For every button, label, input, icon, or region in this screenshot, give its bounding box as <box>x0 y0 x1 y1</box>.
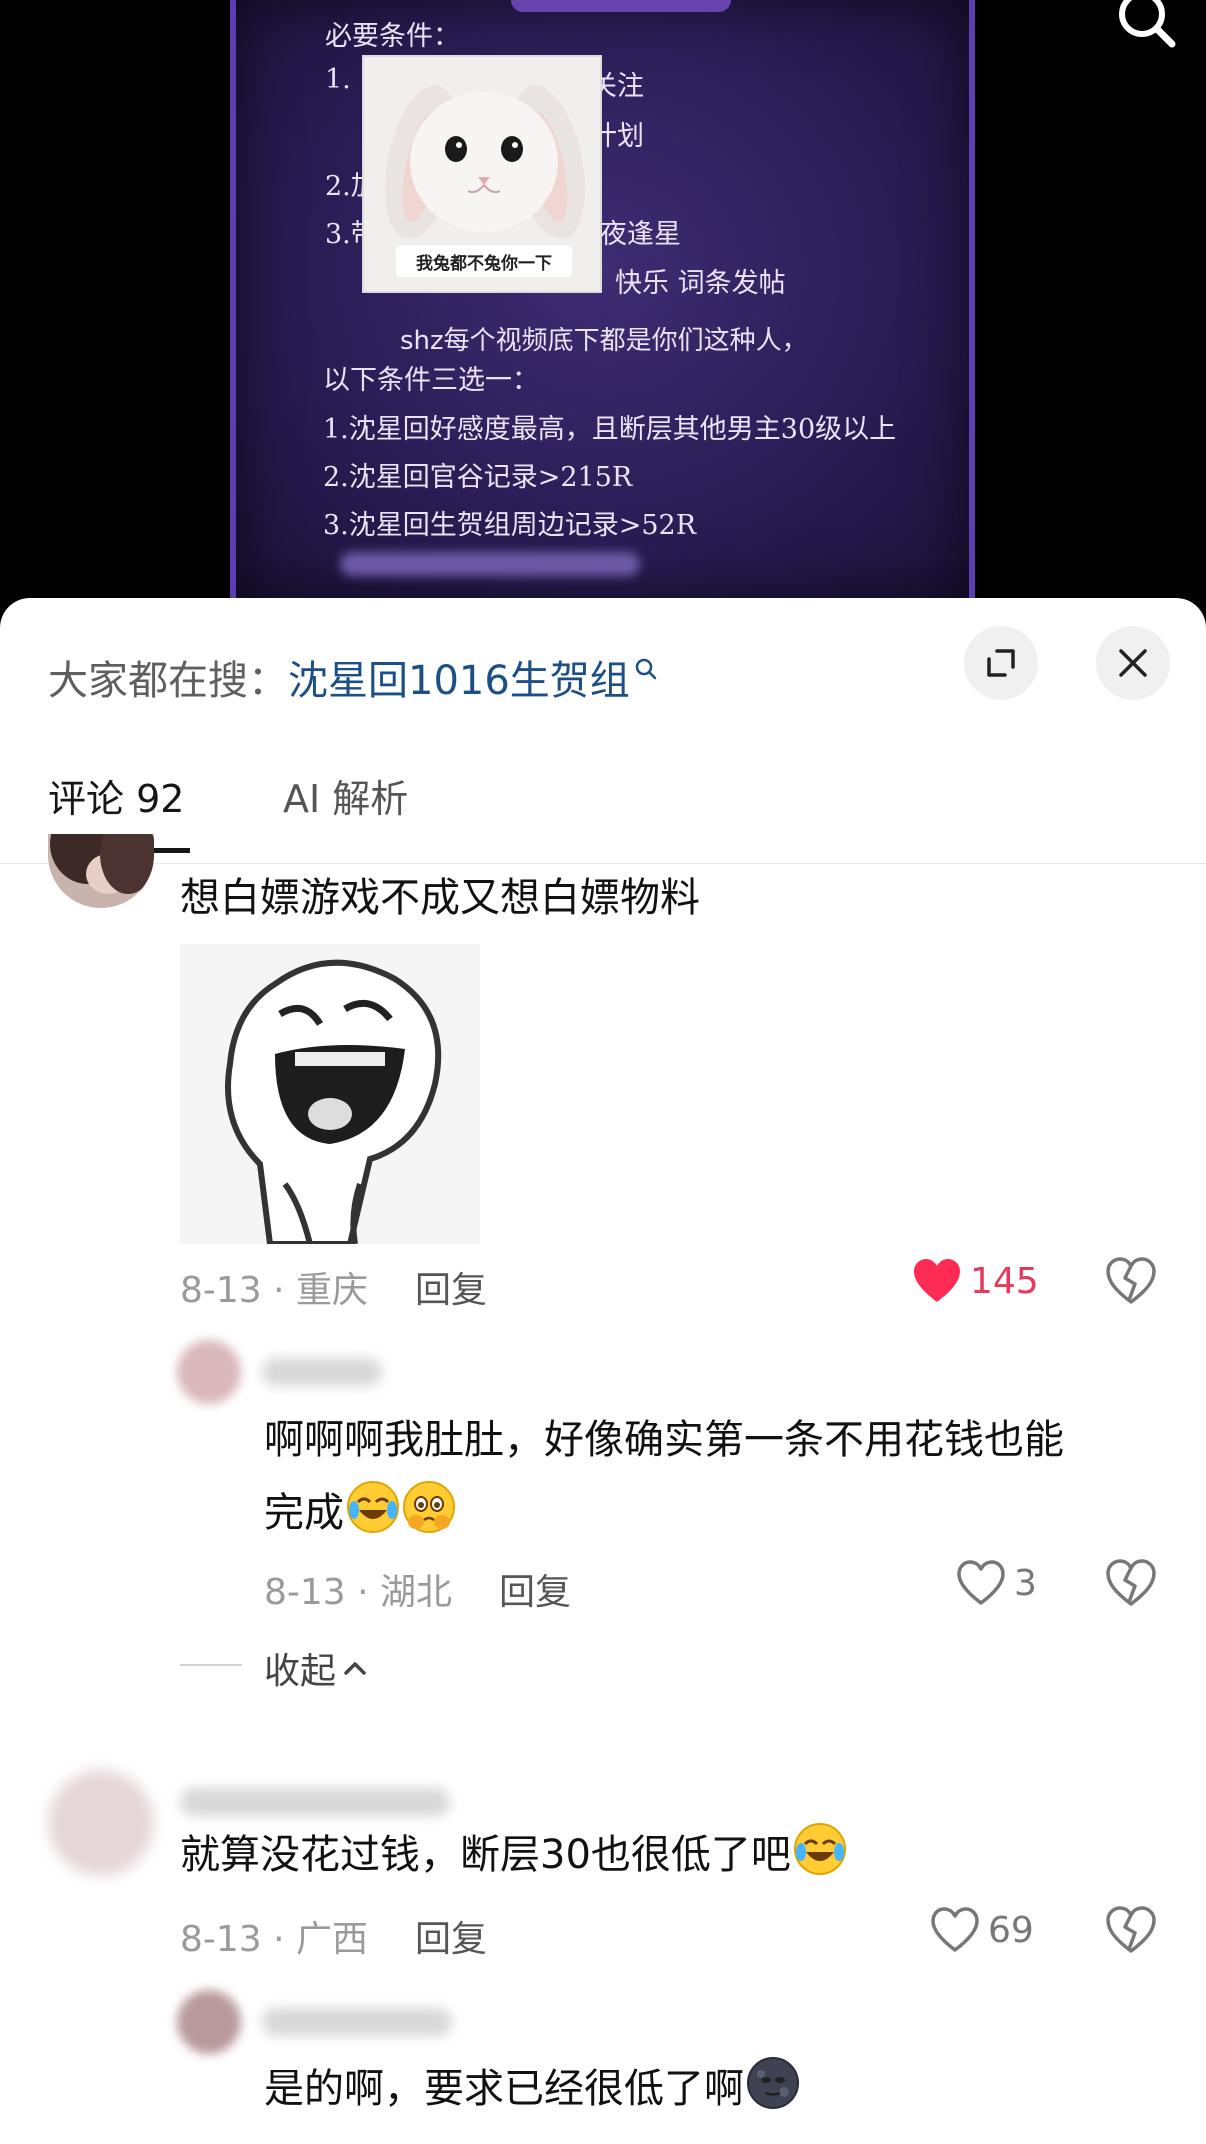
like-button[interactable]: 3 <box>956 1560 1037 1606</box>
comment-text: 啊啊啊我肚肚，好像确实第一条不用花钱也能 <box>264 1417 1064 1463</box>
small-search-icon <box>634 645 658 691</box>
meme-image[interactable] <box>180 944 480 1244</box>
video-text-cond1: 1.沈星回好感度最高，且断层其他男主30级以上 <box>323 414 897 445</box>
video-text-required: 必要条件： <box>325 21 460 52</box>
reply-button[interactable]: 回复 <box>499 1563 571 1615</box>
like-count: 69 <box>988 1909 1034 1951</box>
video-text-complaint: shz每个视频底下都是你们这种人， <box>400 326 808 356</box>
sticker-caption: 我兔都不兔你一下 <box>396 245 572 277</box>
collapse-label: 收起 <box>264 1651 337 1692</box>
comment-text-part: 完成 <box>264 1490 344 1536</box>
like-count: 145 <box>970 1260 1039 1302</box>
video-title-banner <box>511 0 731 12</box>
heart-outline-icon <box>931 1907 979 1952</box>
comment-text: 是的啊，要求已经很低了啊 <box>264 2066 744 2112</box>
tab-ai-analysis[interactable]: AI 解析 <box>283 768 408 823</box>
crying-laughing-emoji-icon <box>347 1481 399 1533</box>
video-text-line4-tail: 快乐 词条发帖 <box>615 268 786 299</box>
hot-search-bar[interactable]: 大家都在搜： 沈星回1016生贺组 <box>48 648 658 706</box>
comment-text-line: 是的啊，要求已经很低了啊 <box>264 2054 800 2124</box>
dislike-button[interactable] <box>1104 1254 1158 1308</box>
video-text-choose: 以下条件三选一： <box>323 365 539 396</box>
heart-outline-icon <box>957 1560 1005 1605</box>
comment-date-location: 8-13 · 广西 <box>180 1919 369 1960</box>
close-icon <box>1119 649 1147 677</box>
heart-filled-icon <box>914 1259 960 1302</box>
rabbit-sticker-image: 我兔都不兔你一下 <box>362 55 602 293</box>
expand-icon <box>987 649 1015 677</box>
comment-tabs: 评论 92 AI 解析 <box>0 768 1206 864</box>
avatar[interactable] <box>48 1770 154 1876</box>
video-text-cond3: 3.沈星回生贺组周边记录>52R <box>323 510 697 541</box>
comment-text: 就算没花过钱，断层30也很低了吧 <box>180 1832 791 1878</box>
broken-heart-icon <box>1106 1559 1156 1606</box>
comment-text: 想白嫖游戏不成又想白嫖物料 <box>180 875 700 921</box>
close-button[interactable] <box>1096 626 1170 700</box>
dislike-button[interactable] <box>1104 1903 1158 1957</box>
holding-back-tears-emoji-icon <box>403 1481 455 1533</box>
collapse-replies-button[interactable]: 收起 <box>264 1642 368 1694</box>
username-blurred[interactable] <box>262 2008 452 2036</box>
comment-date-location: 8-13 · 湖北 <box>264 1572 453 1613</box>
dislike-button[interactable] <box>1104 1556 1158 1610</box>
video-text-line1: 1. <box>325 64 351 95</box>
reply-button[interactable]: 回复 <box>415 1910 487 1962</box>
broken-heart-icon <box>1106 1257 1156 1304</box>
avatar[interactable] <box>177 1990 241 2054</box>
new-moon-face-emoji-icon <box>747 2057 799 2109</box>
hot-search-label: 大家都在搜： <box>48 658 288 704</box>
reply-button[interactable]: 回复 <box>415 1261 487 1313</box>
comment-text-line: 就算没花过钱，断层30也很低了吧 <box>180 1820 847 1890</box>
search-icon[interactable] <box>1114 0 1178 48</box>
username-blurred[interactable] <box>262 1358 382 1386</box>
hot-search-term[interactable]: 沈星回1016生贺组 <box>288 648 630 706</box>
like-count: 3 <box>1014 1562 1037 1604</box>
chevron-up-icon <box>344 1662 366 1675</box>
crying-laughing-emoji-icon <box>793 1823 846 1875</box>
tab-comments[interactable]: 评论 92 <box>48 768 184 823</box>
username-blurred[interactable] <box>180 1788 450 1816</box>
like-button[interactable]: 69 <box>930 1907 1034 1953</box>
avatar[interactable] <box>48 834 154 908</box>
video-blurred-line <box>340 552 640 576</box>
broken-heart-icon <box>1106 1906 1156 1953</box>
comment-sheet: 大家都在搜： 沈星回1016生贺组 评论 92 AI 解析 想白嫖游戏不成又想白… <box>0 598 1206 2144</box>
video-player[interactable]: 必要条件： 1. 关注 计划 2.加 3.带 夜逢星 快乐 词条发帖 shz每个… <box>0 0 1206 600</box>
avatar[interactable] <box>177 1340 241 1404</box>
video-text-cond2: 2.沈星回官谷记录>215R <box>323 462 633 493</box>
video-text-line3-tail: 夜逢星 <box>600 219 681 250</box>
expand-button[interactable] <box>964 626 1038 700</box>
collapse-divider <box>180 1664 242 1666</box>
like-button[interactable]: 145 <box>912 1258 1039 1304</box>
comment-text-line2: 完成 <box>264 1478 456 1548</box>
comment-date-location: 8-13 · 重庆 <box>180 1270 369 1311</box>
